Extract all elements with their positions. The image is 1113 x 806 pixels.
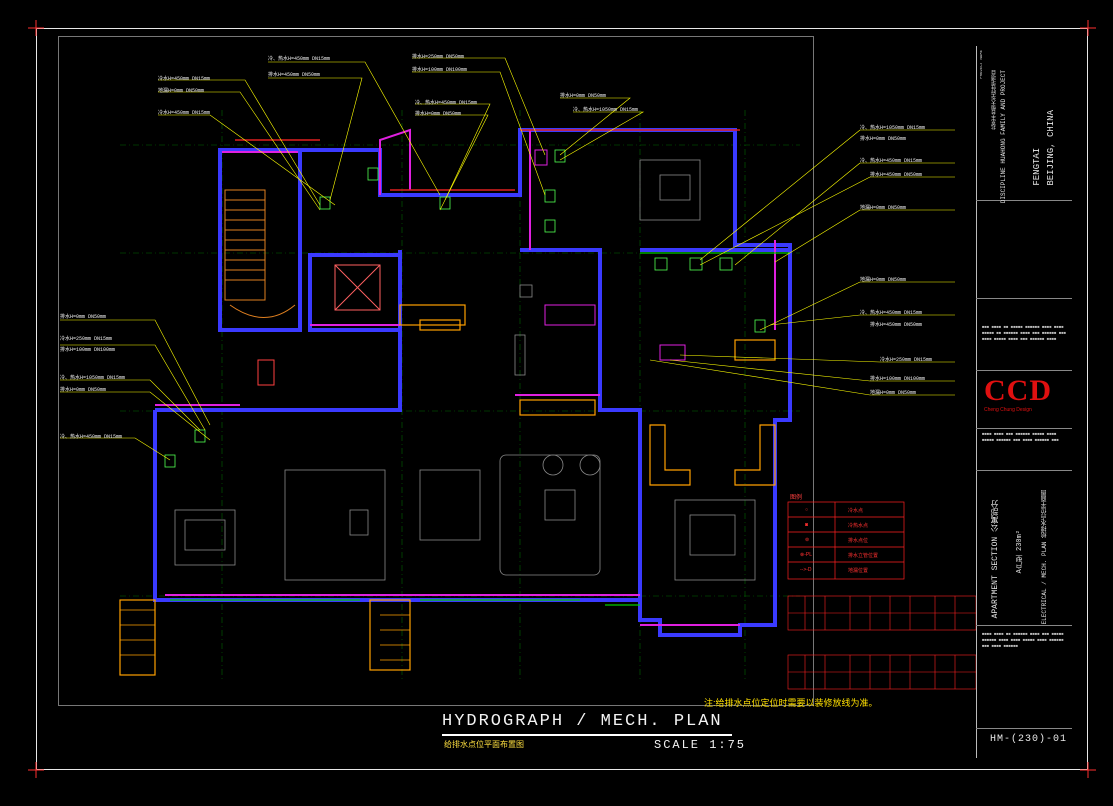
floor-plan-canvas[interactable] bbox=[0, 0, 1113, 806]
staircase bbox=[224, 189, 296, 386]
label-16: 地漏H=0mm DN50mm bbox=[860, 205, 907, 211]
legend-symbol: ⊗-PL bbox=[800, 552, 812, 558]
label-1: 冷、热水H=450mm DN15mm bbox=[268, 56, 331, 62]
label-13: 排水H=0mm DN50mm bbox=[860, 136, 907, 142]
drawing-sheet: 冷、热水H=450mm DN15mm 排水H=450mm DN50mm 冷水H=… bbox=[0, 0, 1113, 806]
balcony-rails bbox=[120, 609, 410, 661]
label-20: 冷水H=250mm DN15mm bbox=[880, 357, 933, 363]
legend-symbol: ⊚ bbox=[805, 537, 810, 543]
legend-text: 冷热水点 bbox=[848, 523, 869, 529]
project-location: FENGTAI BEIJING, CHINA bbox=[1032, 110, 1056, 186]
legend-text: 排水立管位置 bbox=[848, 553, 879, 559]
sheet-area: A户型 230m² bbox=[1016, 530, 1024, 574]
project-top: PROJECT NAME bbox=[980, 50, 984, 79]
schedule-tables bbox=[787, 595, 977, 690]
title-block-divider bbox=[976, 200, 1072, 201]
label-18: 冷、热水H=450mm DN15mm bbox=[860, 310, 923, 316]
label-11: 冷、热水H=1050mm DN15mm bbox=[573, 107, 639, 113]
label-17: 地漏H=0mm DN50mm bbox=[860, 277, 907, 283]
label-2: 排水H=450mm DN50mm bbox=[268, 72, 321, 78]
drawing-title: HYDROGRAPH / MECH. PLAN bbox=[442, 712, 723, 731]
title-block-divider bbox=[976, 728, 1072, 729]
project-cn: 北京丰台恒大华府住宅项目 bbox=[991, 70, 997, 130]
sheet-type: ELECTRICAL / MECH. PLAN 给排水点位平面图 bbox=[1041, 490, 1048, 625]
title-block-divider bbox=[976, 428, 1072, 429]
legend-symbol: -->-D bbox=[800, 567, 812, 573]
label-6: 排水H=250mm DN50mm bbox=[412, 54, 465, 60]
drawing-subtitle: 给排水点位平面布置图 bbox=[444, 740, 524, 749]
exterior-walls bbox=[153, 128, 792, 637]
title-block-notes: ■■■ ■■■■ ■■ ■■■■■ ■■■■■■ ■■■■ ■■■■ ■■■■■… bbox=[982, 326, 1067, 342]
label-12: 冷、热水H=1050mm DN15mm bbox=[860, 125, 926, 131]
label-9: 排水H=0mm DN50mm bbox=[415, 111, 462, 117]
legend-text: 排水点位 bbox=[848, 538, 869, 544]
corner-marks bbox=[28, 20, 1096, 778]
company-name: Cheng Chung Design bbox=[984, 407, 1032, 413]
label-14: 冷、热水H=450mm DN15mm bbox=[860, 158, 923, 164]
label-27: 排水H=0mm DN50mm bbox=[60, 387, 107, 393]
elevator bbox=[334, 264, 381, 311]
legend-text: 冷水点 bbox=[848, 508, 864, 514]
furniture bbox=[174, 159, 756, 581]
title-underline bbox=[442, 734, 732, 736]
drawing-number: HM-(230)-01 bbox=[990, 734, 1068, 745]
interior-walls bbox=[155, 128, 776, 626]
drawing-scale: SCALE 1:75 bbox=[654, 738, 747, 752]
fixtures bbox=[534, 149, 686, 361]
leader-lines bbox=[60, 57, 955, 461]
label-26: 冷、热水H=1050mm DN15mm bbox=[60, 375, 126, 381]
sheet-title: APARTMENT SECTION 公寓部分 bbox=[991, 500, 1000, 619]
title-block-divider bbox=[976, 625, 1072, 626]
title-block-divider bbox=[976, 298, 1072, 299]
windows bbox=[170, 252, 790, 606]
label-21: 排水H=100mm DN100mm bbox=[870, 376, 926, 382]
label-15: 排水H=450mm DN50mm bbox=[870, 172, 923, 178]
label-3: 冷水H=450mm DN15mm bbox=[158, 76, 211, 82]
label-28: 冷、热水H=450mm DN15mm bbox=[60, 434, 123, 440]
label-10: 排水H=0mm DN50mm bbox=[560, 93, 607, 99]
label-5: 冷水H=450mm DN15mm bbox=[158, 110, 211, 116]
label-22: 地漏H=0mm DN50mm bbox=[870, 390, 917, 396]
legend-title: 图例 bbox=[790, 495, 803, 501]
label-7: 排水H=100mm DN100mm bbox=[412, 67, 468, 73]
revision-info: ■■■■ ■■■■ ■■ ■■■■■■ ■■■■ ■■■ ■■■■■ ■■■■■… bbox=[982, 633, 1064, 649]
legend-text: 地漏位置 bbox=[848, 568, 869, 574]
label-4: 地漏H=0mm DN50mm bbox=[158, 88, 205, 94]
title-block-divider bbox=[976, 370, 1072, 371]
legend-symbol: ○ bbox=[805, 507, 809, 513]
label-19: 排水H=450mm DN50mm bbox=[870, 322, 923, 328]
label-25: 排水H=100mm DN100mm bbox=[60, 347, 116, 353]
company-info: ■■■■ ■■■■ ■■■ ■■■■■■ ■■■■■ ■■■■ ■■■■■ ■■… bbox=[982, 433, 1059, 443]
company-logo: CCD bbox=[984, 374, 1052, 407]
legend-symbol: ◙ bbox=[805, 522, 809, 528]
drawing-note: 注:给排水点位定位时需要以装修放线为准。 bbox=[704, 698, 878, 708]
label-23: 排水H=0mm DN50mm bbox=[60, 314, 107, 320]
title-block-divider bbox=[976, 470, 1072, 471]
label-8: 冷、热水H=450mm DN15mm bbox=[415, 100, 478, 106]
project-en: DISCIPLINE HUAHONG FAMILY AND PROJECT bbox=[1000, 70, 1007, 204]
label-24: 冷水H=250mm DN15mm bbox=[60, 336, 113, 342]
